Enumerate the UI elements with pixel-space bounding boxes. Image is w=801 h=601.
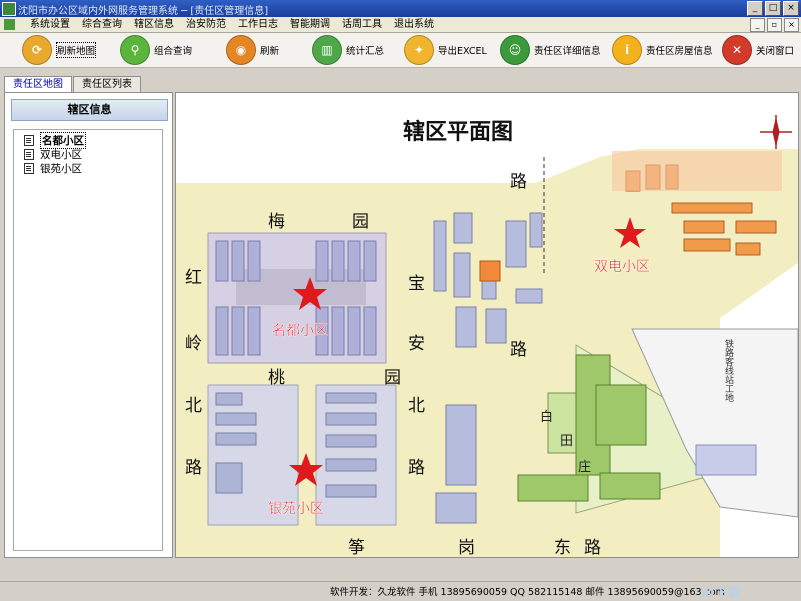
tree-item-mingdu[interactable]: 名都小区 — [24, 131, 86, 149]
app-icon — [2, 2, 16, 16]
block-yinyuan-east — [315, 384, 397, 526]
maximize-icon[interactable]: □ — [765, 1, 781, 16]
label-rail: 铁路客线站工地 — [723, 338, 734, 402]
search-icon: ⚲ — [120, 34, 150, 65]
menu-bar: 系统设置 综合查询 辖区信息 治安防范 工作日志 智能期调 话周工具 退出系统 … — [0, 17, 801, 33]
combined-query-button[interactable]: ⚲ 组合查询 — [120, 33, 192, 66]
watermark-logo: Xi下载 — [700, 586, 741, 601]
road-hong: 红 — [185, 268, 202, 288]
title-bar: 沈阳市办公区域内外网服务管理系统 ─ [责任区管理信息] _ □ × — [0, 0, 801, 17]
close-icon: ✕ — [722, 34, 752, 65]
document-icon — [24, 148, 34, 160]
tab-map[interactable]: 责任区地图 — [4, 76, 72, 92]
mdi-minimize-icon[interactable]: _ — [750, 18, 765, 32]
road-zhuang: 庄 — [578, 459, 591, 475]
district-panel-header: 辖区信息 — [11, 99, 168, 121]
export-excel-button[interactable]: ✦ 导出EXCEL — [404, 33, 487, 66]
statistics-button[interactable]: ▥ 统计汇总 — [312, 33, 384, 66]
refresh-map-button[interactable]: ⟳ 刷新地图 — [22, 33, 97, 66]
area-details-button[interactable]: ☺ 责任区详细信息 — [500, 33, 601, 66]
road-lu5: 路 — [584, 538, 601, 557]
menu-exit[interactable]: 退出系统 — [388, 18, 440, 31]
road-bei: 北 — [185, 396, 202, 416]
status-bar: 软件开发：久龙软件 手机 13895690059 QQ 582115148 邮件… — [0, 581, 801, 601]
close-window-icon[interactable]: × — [783, 1, 799, 16]
menu-district[interactable]: 辖区信息 — [128, 18, 180, 31]
mdi-close-icon[interactable]: × — [784, 18, 799, 32]
road-dong: 东 — [554, 538, 571, 557]
road-lu3: 路 — [510, 172, 527, 192]
export-star-icon: ✦ — [404, 34, 434, 65]
status-text: 软件开发：久龙软件 手机 13895690059 QQ 582115148 邮件… — [330, 587, 725, 598]
refresh-button[interactable]: ◉ 刷新 — [226, 33, 279, 66]
tree-item-shuangdian[interactable]: 双电小区 — [24, 148, 82, 161]
label-yinyuan: 银苑小区 — [268, 501, 324, 517]
housing-info-button[interactable]: i 责任区房屋信息 — [612, 33, 713, 66]
document-icon — [24, 134, 34, 146]
label-mingdu: 名都小区 — [272, 323, 328, 339]
rss-icon: ◉ — [226, 34, 256, 65]
menu-tools[interactable]: 话周工具 — [336, 18, 388, 31]
menu-system[interactable]: 系统设置 — [24, 18, 76, 31]
close-window-button[interactable]: ✕ 关闭窗口 — [722, 33, 794, 66]
road-lu4: 路 — [510, 340, 527, 360]
refresh-icon: ⟳ — [22, 34, 52, 65]
road-an: 安 — [408, 334, 425, 354]
road-zhu: 筝 — [348, 538, 365, 557]
person-icon: ☺ — [500, 34, 530, 65]
document-icon — [24, 162, 34, 174]
toolbar: ⟳ 刷新地图 ⚲ 组合查询 ◉ 刷新 ▥ 统计汇总 ✦ 导出EXCEL ☺ 责任… — [0, 33, 801, 68]
label-shuangdian: 双电小区 — [594, 259, 650, 275]
info-icon: i — [612, 34, 642, 65]
map-title: 辖区平面图 — [403, 119, 513, 145]
road-tao: 桃 — [268, 368, 285, 388]
menu-log[interactable]: 工作日志 — [232, 18, 284, 31]
menu-query[interactable]: 综合查询 — [76, 18, 128, 31]
district-map[interactable]: 辖区平面图 梅 园 红 岭 北 路 宝 安 桃 园 北 路 路 路 筝 岗 东 … — [176, 93, 798, 557]
tree-item-yinyuan[interactable]: 银苑小区 — [24, 162, 82, 175]
map-panel: 辖区平面图 梅 园 红 岭 北 路 宝 安 桃 园 北 路 路 路 筝 岗 东 … — [175, 92, 799, 558]
road-ling: 岭 — [185, 334, 202, 354]
road-lu: 路 — [185, 458, 202, 478]
district-tree: 名都小区 双电小区 银苑小区 — [13, 129, 163, 551]
road-bao: 宝 — [408, 274, 425, 294]
district-panel: 辖区信息 名都小区 双电小区 银苑小区 — [4, 92, 173, 558]
road-lu2: 路 — [408, 458, 425, 478]
menu-security[interactable]: 治安防范 — [180, 18, 232, 31]
road-bei2: 北 — [408, 396, 425, 416]
tab-list[interactable]: 责任区列表 — [73, 76, 141, 92]
app-menu-icon[interactable] — [4, 19, 15, 30]
road-tian: 田 — [560, 434, 573, 449]
menu-smart[interactable]: 智能期调 — [284, 18, 336, 31]
road-bai: 白 — [540, 409, 553, 425]
chart-icon: ▥ — [312, 34, 342, 65]
mdi-restore-icon[interactable]: ▫ — [767, 18, 782, 32]
road-yuan2: 园 — [384, 368, 401, 388]
road-gang: 岗 — [458, 538, 475, 557]
window-title: 沈阳市办公区域内外网服务管理系统 ─ [责任区管理信息] — [18, 6, 269, 17]
minimize-icon[interactable]: _ — [747, 1, 763, 16]
compass-icon — [760, 115, 792, 149]
road-mei: 梅 — [268, 212, 285, 232]
road-yuan: 园 — [352, 212, 369, 232]
